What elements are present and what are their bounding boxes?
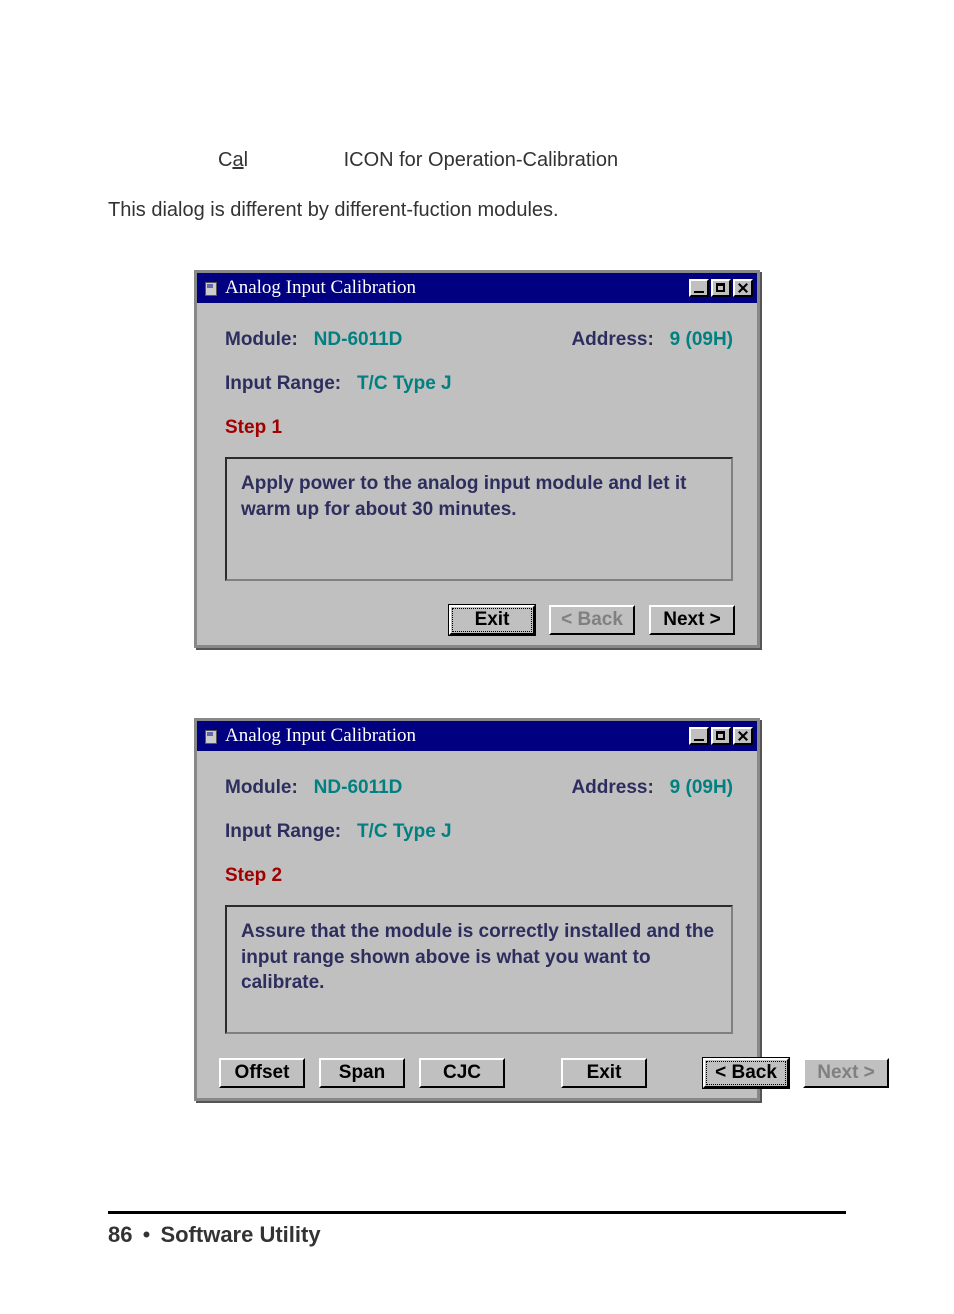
minimize-icon[interactable] [689, 727, 709, 745]
titlebar: Analog Input Calibration [197, 273, 757, 303]
cjc-button[interactable]: CJC [419, 1058, 505, 1088]
page-number: 86 [108, 1222, 132, 1247]
step-instruction-box: Assure that the module is correctly inst… [225, 905, 733, 1034]
minimize-icon[interactable] [689, 279, 709, 297]
address-value: 9 (09H) [670, 777, 733, 798]
address-value: 9 (09H) [670, 329, 733, 350]
close-icon[interactable] [733, 279, 753, 297]
window-title: Analog Input Calibration [225, 269, 416, 307]
cal-label: Cal [218, 140, 338, 180]
intro-line-1: Cal ICON for Operation-Calibration [218, 140, 846, 180]
address-label: Address: [571, 329, 653, 350]
titlebar: Analog Input Calibration [197, 721, 757, 751]
next-button: Next > [803, 1058, 889, 1088]
exit-button[interactable]: Exit [561, 1058, 647, 1088]
window-title: Analog Input Calibration [225, 717, 416, 755]
app-icon [203, 728, 219, 744]
module-value: ND-6011D [314, 777, 403, 798]
cal-description: ICON for Operation-Calibration [344, 149, 619, 171]
page-footer: 86 • Software Utility [108, 1211, 846, 1248]
step-label: Step 2 [225, 865, 282, 886]
input-range-label: Input Range: [225, 821, 341, 842]
module-label: Module: [225, 329, 298, 350]
footer-bullet: • [143, 1222, 151, 1247]
back-button: < Back [549, 605, 635, 635]
analog-input-calibration-dialog-step1: Analog Input Calibration Module: ND-6011… [194, 270, 760, 648]
footer-divider [108, 1211, 846, 1214]
offset-button[interactable]: Offset [219, 1058, 305, 1088]
step-instruction-text: Apply power to the analog input module a… [241, 473, 686, 520]
module-value: ND-6011D [314, 329, 403, 350]
address-label: Address: [571, 777, 653, 798]
footer-section: Software Utility [160, 1222, 320, 1247]
span-button[interactable]: Span [319, 1058, 405, 1088]
next-button[interactable]: Next > [649, 605, 735, 635]
maximize-icon[interactable] [711, 279, 731, 297]
close-icon[interactable] [733, 727, 753, 745]
back-button[interactable]: < Back [703, 1058, 789, 1088]
module-label: Module: [225, 777, 298, 798]
input-range-value: T/C Type J [357, 373, 452, 394]
intro-line-2: This dialog is different by different-fu… [108, 190, 846, 230]
app-icon [203, 280, 219, 296]
input-range-value: T/C Type J [357, 821, 452, 842]
input-range-label: Input Range: [225, 373, 341, 394]
step-instruction-text: Assure that the module is correctly inst… [241, 921, 714, 993]
maximize-icon[interactable] [711, 727, 731, 745]
exit-button[interactable]: Exit [449, 605, 535, 635]
step-label: Step 1 [225, 417, 282, 438]
analog-input-calibration-dialog-step2: Analog Input Calibration Module: ND-6011… [194, 718, 760, 1101]
step-instruction-box: Apply power to the analog input module a… [225, 457, 733, 581]
